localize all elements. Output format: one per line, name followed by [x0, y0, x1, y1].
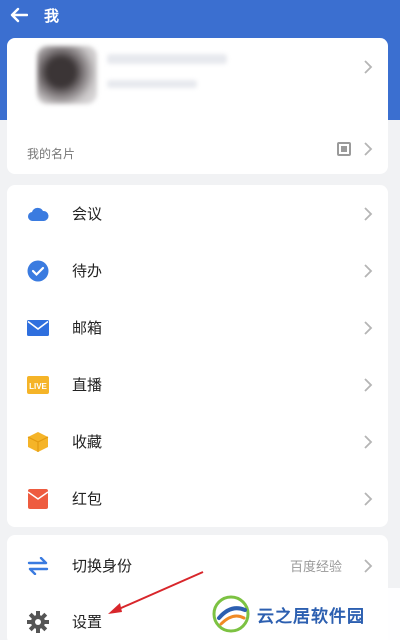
chevron-right-icon — [364, 559, 373, 573]
watermark-logo-icon — [212, 595, 250, 633]
chevron-right-icon — [364, 142, 373, 156]
menu-item-label: 收藏 — [72, 433, 103, 451]
menu-item-label: 直播 — [72, 376, 103, 394]
chevron-right-icon — [364, 264, 373, 278]
watermark: 云之居软件园 — [205, 588, 400, 640]
live-icon: LIVE — [27, 374, 49, 396]
check-circle-icon — [27, 260, 49, 282]
menu-item-label: 待办 — [72, 262, 103, 280]
svg-text:LIVE: LIVE — [29, 382, 47, 391]
red-envelope-icon — [27, 488, 49, 510]
switch-identity-label: 切换身份 — [72, 557, 133, 575]
page-title: 我 — [44, 6, 60, 25]
menu-item-label: 邮箱 — [72, 319, 103, 337]
menu-card: 会议 待办 邮箱 LIVE 直播 收藏 红包 — [7, 185, 388, 527]
watermark-text: 云之居软件园 — [257, 606, 365, 627]
chevron-right-icon — [364, 492, 373, 506]
settings-label: 设置 — [72, 613, 103, 631]
box-icon — [27, 431, 49, 453]
blurred-info — [107, 80, 197, 88]
back-button[interactable] — [2, 0, 36, 30]
chevron-right-icon — [364, 321, 373, 335]
mail-icon — [27, 317, 49, 339]
switch-icon — [27, 555, 49, 577]
top-bar: 我 — [0, 0, 400, 30]
chevron-right-icon — [364, 378, 373, 392]
gear-icon — [27, 610, 49, 633]
current-identity-value: 百度经验 — [289, 560, 342, 575]
menu-item-label: 红包 — [72, 490, 103, 508]
blurred-name — [107, 54, 227, 64]
back-arrow-icon — [10, 7, 28, 23]
chevron-right-icon — [364, 207, 373, 221]
my-namecard-label[interactable]: 我的名片 — [27, 145, 75, 162]
menu-item-mailbox[interactable]: 邮箱 — [7, 299, 388, 356]
qr-code-icon[interactable] — [337, 142, 351, 156]
chevron-right-icon — [364, 435, 373, 449]
menu-item-todo[interactable]: 待办 — [7, 242, 388, 299]
menu-item-red-packet[interactable]: 红包 — [7, 470, 388, 527]
chevron-right-icon — [364, 60, 373, 74]
menu-item-meeting[interactable]: 会议 — [7, 185, 388, 242]
switch-identity-item[interactable]: 切换身份 百度经验 — [7, 537, 388, 594]
avatar[interactable] — [37, 46, 97, 104]
menu-item-label: 会议 — [72, 205, 103, 223]
profile-card[interactable]: 我的名片 — [7, 38, 388, 174]
menu-item-live[interactable]: LIVE 直播 — [7, 356, 388, 413]
menu-item-favorites[interactable]: 收藏 — [7, 413, 388, 470]
cloud-icon — [27, 203, 49, 225]
